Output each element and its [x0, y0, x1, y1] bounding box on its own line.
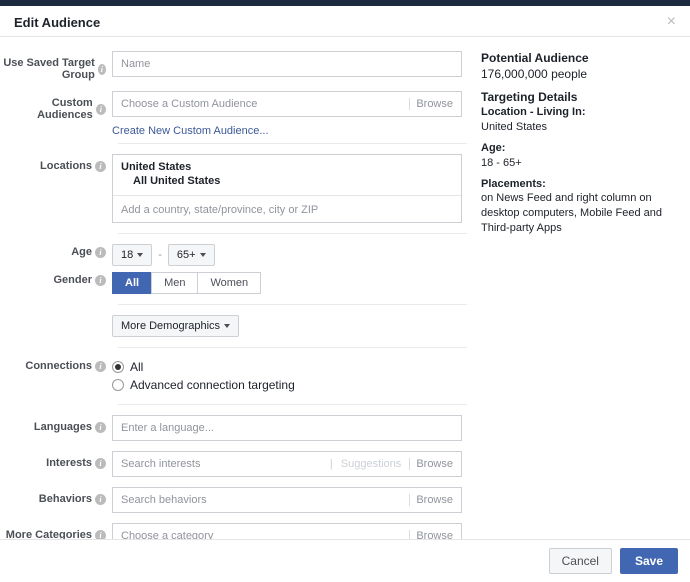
chevron-down-icon	[200, 253, 206, 257]
age-max-value: 65+	[177, 249, 196, 261]
browse-link[interactable]: Browse	[409, 98, 453, 110]
languages-input[interactable]	[112, 415, 462, 441]
gender-women-button[interactable]: Women	[197, 272, 261, 294]
label-age: Age i	[0, 244, 112, 258]
more-categories-input[interactable]: Choose a category Browse	[112, 523, 462, 539]
cancel-button[interactable]: Cancel	[549, 548, 612, 574]
chevron-down-icon	[224, 324, 230, 328]
languages-field[interactable]	[121, 422, 453, 434]
dialog-title: Edit Audience	[14, 15, 100, 30]
label-custom-audiences: Custom Audiences i	[0, 91, 112, 121]
age-min-value: 18	[121, 249, 133, 261]
gender-men-button[interactable]: Men	[151, 272, 198, 294]
label-behaviors: Behaviors i	[0, 487, 112, 505]
saved-target-field[interactable]	[121, 58, 453, 70]
connections-advanced-label: Advanced connection targeting	[130, 378, 295, 392]
potential-audience-value: 176,000,000 people	[481, 66, 675, 82]
label-locations: Locations i	[0, 154, 112, 172]
suggestions-link[interactable]: Suggestions	[341, 458, 406, 470]
interests-input[interactable]: Search interests | Suggestions Browse	[112, 451, 462, 477]
titlebar: Edit Audience ×	[0, 6, 690, 37]
radio-icon	[112, 379, 124, 391]
label-saved-target: Use Saved Target Group i	[0, 51, 112, 81]
divider	[118, 304, 467, 305]
side-location-label: Location - Living In:	[481, 106, 586, 118]
connections-all-radio[interactable]: All	[112, 358, 462, 376]
chevron-down-icon	[137, 253, 143, 257]
info-icon[interactable]: i	[95, 247, 106, 258]
label-more-categories: More Categories i	[0, 523, 112, 539]
side-age-value: 18 - 65+	[481, 157, 522, 169]
location-add-input[interactable]	[121, 204, 453, 216]
potential-audience-title: Potential Audience	[481, 51, 675, 65]
form-area: Use Saved Target Group i Custom Audience…	[0, 37, 475, 539]
locations-box: United States All United States	[112, 154, 462, 223]
gender-segmented: All Men Women	[112, 272, 462, 294]
browse-link[interactable]: Browse	[409, 530, 453, 539]
divider	[118, 143, 467, 144]
age-dash: -	[158, 249, 162, 261]
connections-all-label: All	[130, 360, 143, 374]
connections-advanced-radio[interactable]: Advanced connection targeting	[112, 376, 462, 394]
side-placements-label: Placements:	[481, 178, 546, 190]
location-add-row	[113, 195, 461, 222]
label-interests: Interests i	[0, 451, 112, 469]
gender-all-button[interactable]: All	[112, 272, 152, 294]
save-button[interactable]: Save	[620, 548, 678, 574]
custom-audience-input[interactable]: Choose a Custom Audience Browse	[112, 91, 462, 117]
location-selected[interactable]: United States	[113, 155, 461, 175]
side-age-label: Age:	[481, 142, 505, 154]
side-placements-value: on News Feed and right column on desktop…	[481, 192, 662, 234]
create-custom-audience-link[interactable]: Create New Custom Audience...	[112, 125, 269, 137]
info-icon[interactable]: i	[95, 161, 106, 172]
info-icon[interactable]: i	[95, 530, 106, 540]
browse-link[interactable]: Browse	[409, 458, 453, 470]
age-max-select[interactable]: 65+	[168, 244, 215, 266]
label-connections: Connections i	[0, 358, 112, 372]
info-icon[interactable]: i	[95, 275, 106, 286]
divider	[118, 233, 467, 234]
label-languages: Languages i	[0, 415, 112, 433]
behaviors-input[interactable]: Search behaviors Browse	[112, 487, 462, 513]
custom-audience-placeholder: Choose a Custom Audience	[121, 98, 257, 110]
divider	[118, 347, 467, 348]
location-sub[interactable]: All United States	[113, 175, 461, 195]
info-icon[interactable]: i	[95, 361, 106, 372]
more-categories-placeholder: Choose a category	[121, 530, 213, 539]
label-gender: Gender i	[0, 272, 112, 286]
side-location-value: United States	[481, 121, 547, 133]
divider	[118, 404, 467, 405]
info-icon[interactable]: i	[96, 104, 106, 115]
footer: Cancel Save	[0, 539, 690, 582]
info-icon[interactable]: i	[95, 458, 106, 469]
browse-link[interactable]: Browse	[409, 494, 453, 506]
behaviors-placeholder: Search behaviors	[121, 494, 207, 506]
saved-target-input[interactable]	[112, 51, 462, 77]
interests-placeholder: Search interests	[121, 458, 200, 470]
info-icon[interactable]: i	[95, 422, 106, 433]
sidebar: Potential Audience 176,000,000 people Ta…	[475, 37, 685, 539]
radio-icon	[112, 361, 124, 373]
close-icon[interactable]: ×	[667, 14, 676, 30]
more-demographics-label: More Demographics	[121, 320, 220, 332]
age-min-select[interactable]: 18	[112, 244, 152, 266]
info-icon[interactable]: i	[98, 64, 106, 75]
targeting-details-title: Targeting Details	[481, 90, 675, 104]
info-icon[interactable]: i	[95, 494, 106, 505]
more-demographics-button[interactable]: More Demographics	[112, 315, 239, 337]
